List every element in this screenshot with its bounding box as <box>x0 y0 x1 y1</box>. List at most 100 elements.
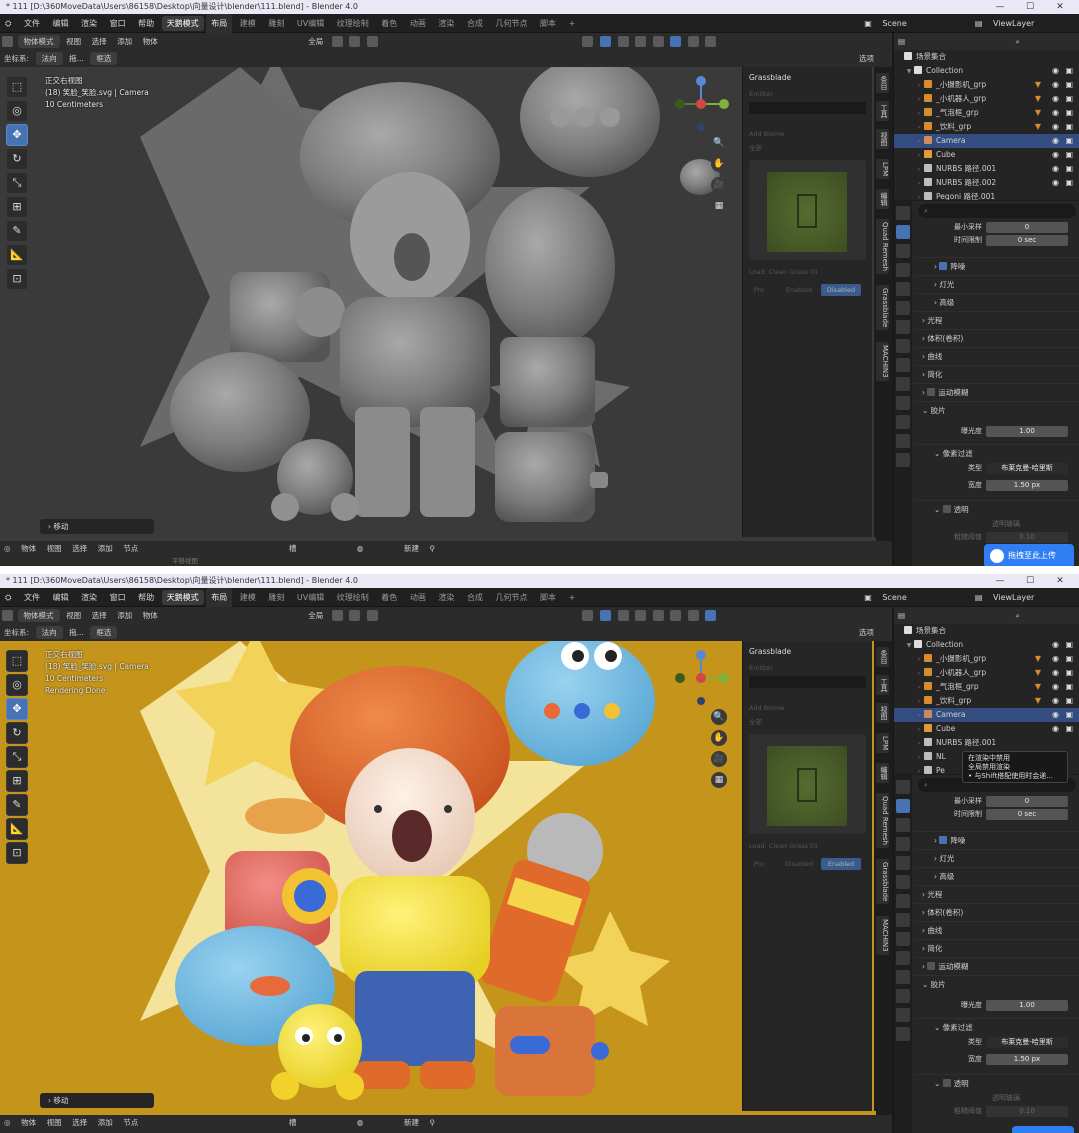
eye-icon[interactable]: ◉ <box>1052 176 1059 190</box>
tab-texture-paint[interactable]: 纹理绘制 <box>332 14 374 33</box>
render-icon[interactable]: ▣ <box>1065 176 1073 190</box>
outliner-item[interactable]: › _气泡框_grp ▼ ◉ ▣ <box>894 106 1079 120</box>
add-cube-tool-icon[interactable]: ⊡ <box>6 842 28 864</box>
eye-icon[interactable]: ◉ <box>1052 638 1059 652</box>
min-samples-field[interactable]: 0 <box>986 796 1068 807</box>
menu-window[interactable]: 窗口 <box>105 14 131 33</box>
minimize-button[interactable]: — <box>985 0 1015 14</box>
cursor-tool-icon[interactable]: ◎ <box>6 674 28 696</box>
tab-tool[interactable]: 工具 <box>876 675 889 695</box>
lights-section[interactable]: › 灯光 <box>914 275 1079 293</box>
tab-animation[interactable]: 动画 <box>405 14 431 33</box>
view-object-types-icon[interactable] <box>582 610 594 621</box>
tab-machin3[interactable]: MACHIN3 <box>876 342 889 381</box>
shading-render-icon[interactable] <box>705 610 717 621</box>
filter-width-field[interactable]: 1.50 px <box>986 1054 1068 1065</box>
eye-icon[interactable]: ◉ <box>1052 722 1059 736</box>
outliner-item-camera[interactable]: › Camera ◉ ▣ <box>894 134 1079 148</box>
select-tool-icon[interactable]: ⬚ <box>6 76 28 98</box>
collection-props-tab-icon[interactable] <box>896 894 910 908</box>
options-dropdown[interactable]: 选项 <box>855 624 878 641</box>
constraint-props-tab-icon[interactable] <box>896 989 910 1003</box>
gizmo-toggle-icon[interactable] <box>600 610 612 621</box>
outliner-item[interactable]: › _小摄影机_grp ▼ ◉ ▣ <box>894 652 1079 666</box>
menu-add[interactable]: 添加 <box>113 607 136 624</box>
outliner-item[interactable]: › _小机器人_grp ▼ ◉ ▣ <box>894 92 1079 106</box>
tab-uv[interactable]: UV编辑 <box>292 588 329 607</box>
menu-file[interactable]: 文件 <box>19 14 45 33</box>
shading-material-icon[interactable] <box>687 36 699 47</box>
bottom-menu-view[interactable]: 视图 <box>43 541 66 557</box>
world-props-tab-icon[interactable] <box>896 875 910 889</box>
slot-dropdown[interactable]: 槽 <box>285 541 301 557</box>
select-box-dropdown[interactable]: 框选 <box>90 626 118 639</box>
data-props-tab-icon[interactable] <box>896 434 910 448</box>
swan-mode-button[interactable]: 天鹅模式 <box>161 590 204 605</box>
load-preset-button[interactable]: Load: Clean Grass 01 <box>743 840 872 852</box>
collection-row[interactable]: ▼ Collection ◉ ▣ <box>894 638 1079 652</box>
tab-rendering[interactable]: 渲染 <box>433 588 459 607</box>
render-icon[interactable]: ▣ <box>1065 638 1073 652</box>
orientation-dropdown[interactable]: 法向 <box>35 626 63 639</box>
motion-blur-checkbox[interactable] <box>927 388 936 396</box>
scene-props-tab-icon[interactable] <box>896 856 910 870</box>
tab-shading[interactable]: 着色 <box>376 14 402 33</box>
constraint-props-tab-icon[interactable] <box>896 415 910 429</box>
minimize-button[interactable]: — <box>985 574 1015 588</box>
outliner-item-cube[interactable]: › Cube ◉ ▣ <box>894 148 1079 162</box>
motion-blur-section[interactable]: › 运动模糊 <box>914 957 1079 975</box>
add-workspace-button[interactable]: + <box>564 14 581 33</box>
upload-button[interactable]: 拖拽至此上传 <box>984 544 1074 566</box>
tab-edit[interactable]: 编辑 <box>876 189 889 209</box>
grassblade-panel-title[interactable]: Grassblade <box>743 641 872 662</box>
maximize-button[interactable]: ☐ <box>1015 0 1045 14</box>
volumes-section[interactable]: › 体积(卷积) <box>914 329 1079 347</box>
render-icon[interactable]: ▣ <box>1065 708 1073 722</box>
simplify-section[interactable]: › 简化 <box>914 939 1079 957</box>
rotate-tool-icon[interactable]: ↻ <box>6 148 28 170</box>
pan-hand-icon[interactable]: ✋ <box>711 156 727 172</box>
denoise-checkbox[interactable] <box>939 262 948 270</box>
motion-blur-section[interactable]: › 运动模糊 <box>914 383 1079 401</box>
shading-wire-icon[interactable] <box>652 36 664 47</box>
collection-props-tab-icon[interactable] <box>896 320 910 334</box>
object-props-tab-icon[interactable] <box>896 339 910 353</box>
roughness-field[interactable]: 0.10 <box>986 532 1068 543</box>
navigation-gizmo[interactable] <box>672 649 730 707</box>
ortho-grid-icon[interactable]: ▦ <box>711 198 727 214</box>
menu-edit[interactable]: 编辑 <box>48 588 74 607</box>
menu-object[interactable]: 物体 <box>139 607 162 624</box>
render-icon[interactable]: ▣ <box>1065 722 1073 736</box>
outliner-type-icon[interactable]: ▤ <box>894 607 909 624</box>
camera-view-icon[interactable]: 🎥 <box>711 751 727 767</box>
rotate-tool-icon[interactable]: ↻ <box>6 722 28 744</box>
outliner-item[interactable]: › NURBS 路径.001 ◉ ▣ <box>894 162 1079 176</box>
biome-thumbnail[interactable] <box>749 160 866 260</box>
menu-render[interactable]: 渲染 <box>76 588 102 607</box>
enabled-button[interactable]: Enabled <box>779 284 819 296</box>
mode-dropdown[interactable]: 物体模式 <box>17 609 60 622</box>
scene-selector[interactable]: Scene <box>878 14 968 33</box>
eye-icon[interactable]: ◉ <box>1052 666 1059 680</box>
scale-tool-icon[interactable]: ⤡ <box>6 746 28 768</box>
tab-lpm[interactable]: LPM <box>876 733 889 754</box>
render-props-tab-icon[interactable] <box>896 225 910 239</box>
biome-thumbnail[interactable] <box>749 734 866 834</box>
menu-select[interactable]: 选择 <box>88 33 111 50</box>
tool-props-tab-icon[interactable] <box>896 206 910 220</box>
tab-scripting[interactable]: 脚本 <box>535 14 561 33</box>
scene-collection-row[interactable]: 场景集合 <box>894 50 1079 64</box>
physics-props-tab-icon[interactable] <box>896 970 910 984</box>
ortho-grid-icon[interactable]: ▦ <box>711 772 727 788</box>
tab-geometry-nodes[interactable]: 几何节点 <box>490 14 532 33</box>
menu-select[interactable]: 选择 <box>88 607 111 624</box>
tab-compositing[interactable]: 合成 <box>462 588 488 607</box>
editor-type-icon[interactable]: ◎ <box>0 1115 15 1131</box>
measure-tool-icon[interactable]: 📐 <box>6 818 28 840</box>
overlay-icon[interactable] <box>617 36 629 47</box>
transform-tool-icon[interactable]: ⊞ <box>6 196 28 218</box>
select-box-dropdown[interactable]: 框选 <box>90 52 118 65</box>
proportional-icon[interactable] <box>366 610 378 621</box>
filter-type-dropdown[interactable]: 布莱克曼-哈里斯 <box>986 1037 1068 1048</box>
bottom-menu-add[interactable]: 添加 <box>94 541 117 557</box>
